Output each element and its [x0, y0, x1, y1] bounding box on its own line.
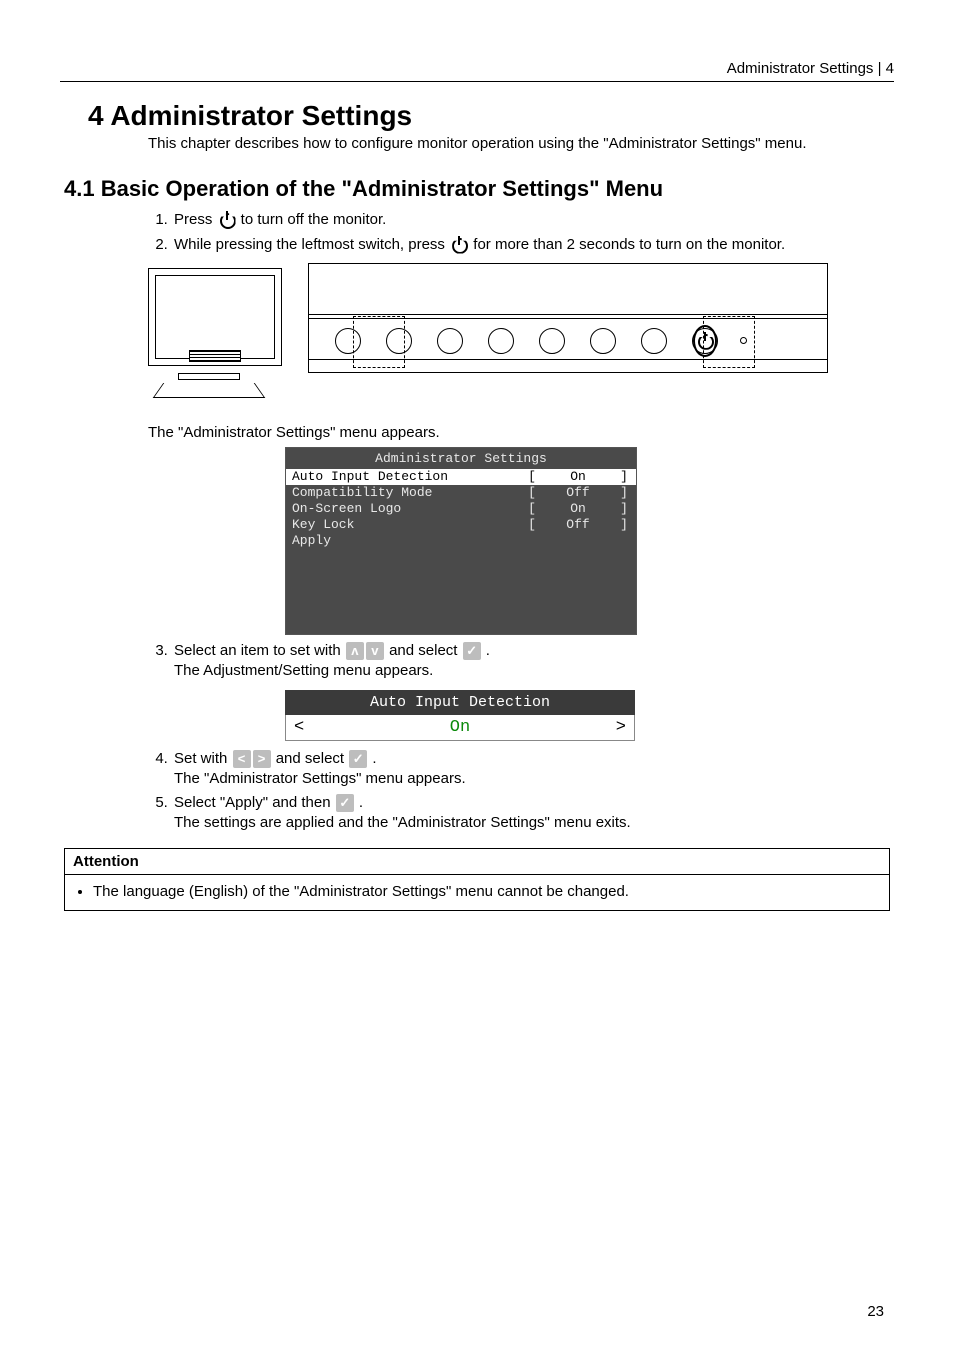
bezel-button [590, 328, 616, 354]
step-4-text-b: and select [272, 750, 349, 767]
bezel-button [641, 328, 667, 354]
attention-item: The language (English) of the "Administr… [93, 883, 881, 900]
step-list-cont2: Set with <> and select ✓ . The "Administ… [148, 749, 894, 834]
power-icon [451, 237, 467, 253]
step-3-text-c: . [482, 642, 490, 659]
check-icon: ✓ [463, 642, 481, 660]
step-3-result: The Adjustment/Setting menu appears. [174, 661, 894, 681]
osd-right-arrow-icon: > [586, 718, 626, 737]
step-3-text-a: Select an item to set with [174, 642, 345, 659]
power-icon [219, 212, 235, 228]
monitor-front-view [308, 263, 828, 373]
step-list: Press to turn off the monitor. While pre… [148, 210, 894, 255]
step-list-cont: Select an item to set with ʌv and select… [148, 641, 894, 682]
right-icon: > [253, 750, 271, 768]
step-5-result: The settings are applied and the "Admini… [174, 813, 894, 833]
down-icon: v [366, 642, 384, 660]
osd-title: Administrator Settings [286, 448, 636, 469]
bezel-button [539, 328, 565, 354]
osd-row-keylock: Key Lock [ Off ] [286, 517, 636, 533]
step-5-text-b: . [355, 794, 363, 811]
bezel-button [488, 328, 514, 354]
bezel-button [335, 328, 361, 354]
bezel-button [386, 328, 412, 354]
attention-title: Attention [65, 849, 889, 875]
page-number: 23 [867, 1303, 884, 1320]
step-3: Select an item to set with ʌv and select… [172, 641, 894, 682]
step-1-text-a: Press [174, 211, 217, 228]
bezel-button [437, 328, 463, 354]
chapter-title: 4 Administrator Settings [60, 100, 894, 132]
attention-box: Attention The language (English) of the … [64, 848, 890, 911]
monitor-bezel-diagram [148, 263, 828, 413]
step-4-result: The "Administrator Settings" menu appear… [174, 769, 894, 789]
step-2-text-a: While pressing the leftmost switch, pres… [174, 236, 449, 253]
up-icon: ʌ [346, 642, 364, 660]
step-3-text-b: and select [385, 642, 462, 659]
monitor-side-view [148, 268, 282, 366]
indicator-led-icon [740, 337, 747, 344]
step-1-text-b: to turn off the monitor. [237, 211, 387, 228]
check-icon: ✓ [349, 750, 367, 768]
step-2: While pressing the leftmost switch, pres… [172, 235, 894, 255]
step-4-text-a: Set with [174, 750, 232, 767]
osd-row-auto-input: Auto Input Detection [ On ] [286, 469, 636, 485]
osd-left-arrow-icon: < [294, 718, 334, 737]
osd-admin-menu: Administrator Settings Auto Input Detect… [285, 447, 637, 635]
left-icon: < [233, 750, 251, 768]
step-5-text-a: Select "Apply" and then [174, 794, 335, 811]
step-4: Set with <> and select ✓ . The "Administ… [172, 749, 894, 790]
osd-adjust-title: Auto Input Detection [285, 690, 635, 715]
step-5: Select "Apply" and then ✓ . The settings… [172, 793, 894, 834]
osd-adjust-value: On [334, 718, 586, 737]
step-1: Press to turn off the monitor. [172, 210, 894, 230]
section-title: 4.1 Basic Operation of the "Administrato… [60, 176, 894, 202]
osd-row-logo: On-Screen Logo [ On ] [286, 501, 636, 517]
osd-row-apply: Apply [286, 533, 636, 549]
bezel-power-button [692, 328, 718, 354]
osd-row-compat: Compatibility Mode [ Off ] [286, 485, 636, 501]
power-icon [697, 333, 713, 349]
step-2-text-b: for more than 2 seconds to turn on the m… [469, 236, 785, 253]
step-4-text-c: . [368, 750, 376, 767]
running-header: Administrator Settings | 4 [60, 60, 894, 82]
chapter-intro: This chapter describes how to configure … [148, 134, 894, 154]
check-icon: ✓ [336, 794, 354, 812]
osd-adjust-menu: Auto Input Detection < On > [285, 690, 635, 741]
step-2-result: The "Administrator Settings" menu appear… [148, 423, 894, 443]
